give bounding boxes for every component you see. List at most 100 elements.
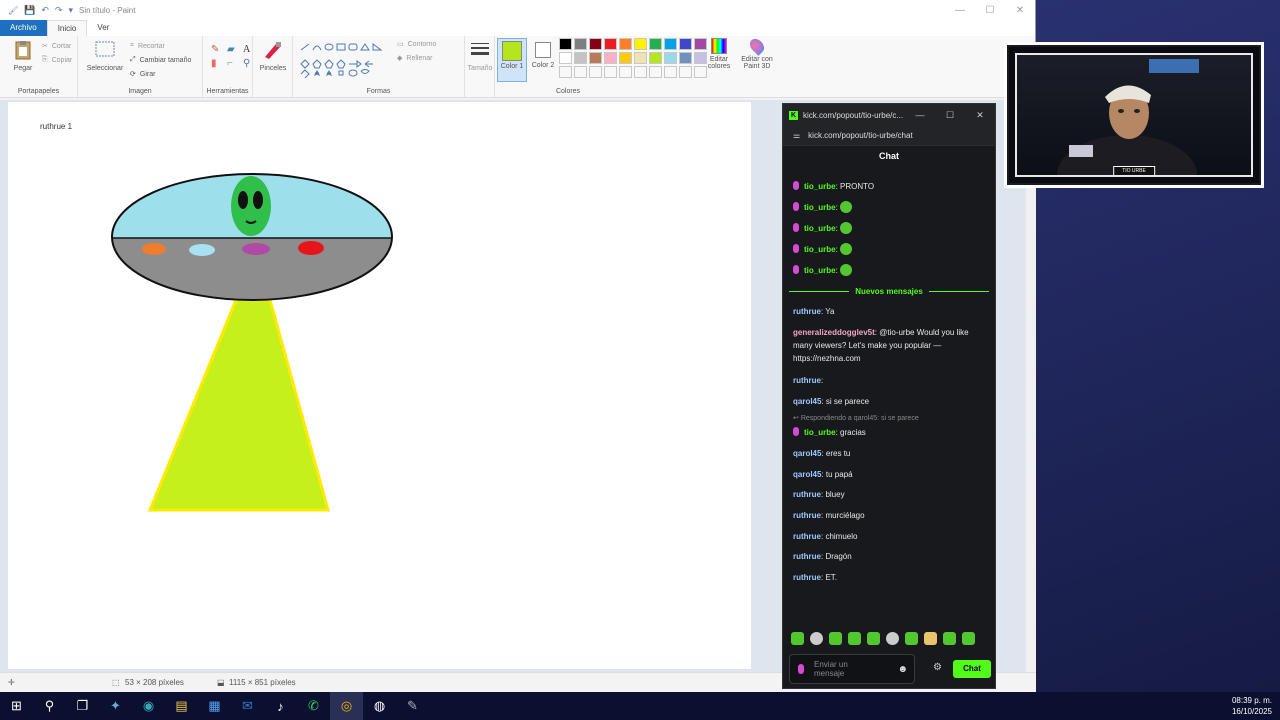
chat-username[interactable]: ruthrue xyxy=(793,552,821,561)
emote-icon[interactable] xyxy=(848,632,861,645)
palette-color-swatch[interactable] xyxy=(604,52,617,64)
brushes-button[interactable]: Pinceles xyxy=(257,40,289,72)
tab-file[interactable]: Archivo xyxy=(0,20,47,36)
copy-button[interactable]: ⎘ Copiar xyxy=(42,56,72,64)
emote-icon[interactable] xyxy=(810,632,823,645)
maximize-button[interactable]: ☐ xyxy=(975,5,1005,16)
chat-username[interactable]: ruthrue xyxy=(793,532,821,541)
paste-button[interactable]: Pegar xyxy=(8,40,38,72)
save-icon[interactable]: 💾 xyxy=(24,5,35,16)
customize-icon[interactable]: ▾ xyxy=(68,5,73,16)
palette-color-swatch[interactable] xyxy=(589,38,602,50)
chat-close-button[interactable]: ✕ xyxy=(965,110,995,121)
palette-color-swatch[interactable] xyxy=(649,52,662,64)
system-clock[interactable]: 08:39 p. m. 16/10/2025 xyxy=(1232,695,1272,717)
emoji-picker-icon[interactable]: ☻ xyxy=(897,664,908,674)
palette-color-swatch[interactable] xyxy=(679,52,692,64)
emote-icon[interactable] xyxy=(924,632,937,645)
chat-message-input[interactable]: Enviar un mensaje ☻ xyxy=(789,654,915,684)
obs-icon[interactable]: ◍ xyxy=(363,692,396,720)
emote-icon[interactable] xyxy=(867,632,880,645)
site-settings-icon[interactable]: ⚌ xyxy=(793,131,800,140)
drawing-canvas[interactable]: ruthrue 1 xyxy=(8,102,751,669)
task-view-icon[interactable]: ❐ xyxy=(66,692,99,720)
palette-color-swatch[interactable] xyxy=(574,38,587,50)
chat-minimize-button[interactable]: — xyxy=(905,110,935,121)
palette-color-swatch[interactable] xyxy=(649,38,662,50)
resize-button[interactable]: ⤢ Cambiar tamaño xyxy=(130,56,191,64)
color1-button[interactable]: Color 1 xyxy=(497,38,527,82)
file-explorer-icon[interactable]: ▤ xyxy=(165,692,198,720)
palette-color-swatch[interactable] xyxy=(619,52,632,64)
crop-button[interactable]: ⌗ Recortar xyxy=(130,42,165,50)
chat-username[interactable]: qarol45 xyxy=(793,449,821,458)
outlook-icon[interactable]: ✉ xyxy=(231,692,264,720)
palette-color-swatch[interactable] xyxy=(664,38,677,50)
palette-color-swatch[interactable] xyxy=(574,52,587,64)
chat-message: ruthrue: Dragón xyxy=(793,550,989,563)
copilot-icon[interactable]: ✦ xyxy=(99,692,132,720)
chat-username[interactable]: ruthrue xyxy=(793,376,821,385)
chat-username[interactable]: generalizeddogglev5t xyxy=(793,328,875,337)
emote-icon[interactable] xyxy=(905,632,918,645)
fill-bucket-icon[interactable]: ▰ xyxy=(227,44,240,55)
select-button[interactable]: Seleccionar xyxy=(84,40,126,72)
palette-color-swatch[interactable] xyxy=(604,38,617,50)
color2-button[interactable]: Color 2 xyxy=(529,38,557,69)
palette-color-swatch[interactable] xyxy=(664,52,677,64)
chat-username[interactable]: ruthrue xyxy=(793,511,821,520)
pencil-icon[interactable]: ✎ xyxy=(211,44,224,55)
tiktok-icon[interactable]: ♪ xyxy=(264,692,297,720)
emote-icon[interactable] xyxy=(791,632,804,645)
chat-username[interactable]: tio_urbe xyxy=(804,245,836,254)
outline-button[interactable]: ▭ Contorno xyxy=(397,40,436,49)
redo-icon[interactable]: ↷ xyxy=(55,5,63,16)
send-chat-button[interactable]: Chat xyxy=(953,660,991,678)
palette-color-swatch[interactable] xyxy=(634,38,647,50)
chat-username[interactable]: qarol45 xyxy=(793,397,821,406)
undo-icon[interactable]: ↶ xyxy=(41,5,49,16)
chat-username[interactable]: ruthrue xyxy=(793,490,821,499)
chat-username[interactable]: tio_urbe xyxy=(804,203,836,212)
tab-view[interactable]: Ver xyxy=(87,20,119,36)
chat-username[interactable]: tio_urbe xyxy=(804,266,836,275)
shapes-gallery[interactable] xyxy=(299,42,395,78)
chat-settings-icon[interactable]: ⚙ xyxy=(933,662,942,673)
emote-icon[interactable] xyxy=(943,632,956,645)
palette-color-swatch[interactable] xyxy=(559,38,572,50)
emote-icon[interactable] xyxy=(829,632,842,645)
chat-username[interactable]: qarol45 xyxy=(793,470,821,479)
paint-taskbar-icon[interactable]: ✎ xyxy=(396,692,429,720)
chrome-icon[interactable]: ◎ xyxy=(330,692,363,720)
palette-color-swatch[interactable] xyxy=(559,52,572,64)
color-picker-icon[interactable]: ⌐ xyxy=(227,58,240,69)
eraser-icon[interactable]: ▮ xyxy=(211,58,224,69)
size-button[interactable]: Tamaño xyxy=(465,40,495,72)
emote-icon[interactable] xyxy=(886,632,899,645)
chat-username[interactable]: tio_urbe xyxy=(804,224,836,233)
minimize-button[interactable]: — xyxy=(945,5,975,16)
chat-username[interactable]: ruthrue xyxy=(793,573,821,582)
fill-button[interactable]: ◆ Rellenar xyxy=(397,54,432,63)
start-button[interactable]: ⊞ xyxy=(0,692,33,720)
chat-username[interactable]: tio_urbe xyxy=(804,182,836,191)
search-icon[interactable]: ⚲ xyxy=(33,692,66,720)
chat-maximize-button[interactable]: ☐ xyxy=(935,110,965,121)
chat-username[interactable]: tio_urbe xyxy=(804,428,836,437)
store-icon[interactable]: ▦ xyxy=(198,692,231,720)
edit-colors-button[interactable]: Editar colores xyxy=(705,38,733,70)
paint3d-button[interactable]: Editar con Paint 3D xyxy=(735,36,779,70)
color-palette[interactable] xyxy=(559,38,707,64)
tab-home[interactable]: Inicio xyxy=(46,20,88,36)
rotate-button[interactable]: ⟳ Girar xyxy=(130,70,155,79)
close-button[interactable]: ✕ xyxy=(1005,5,1035,16)
palette-color-swatch[interactable] xyxy=(679,38,692,50)
edge-icon[interactable]: ◉ xyxy=(132,692,165,720)
palette-color-swatch[interactable] xyxy=(634,52,647,64)
chat-username[interactable]: ruthrue xyxy=(793,307,821,316)
palette-color-swatch[interactable] xyxy=(589,52,602,64)
emote-icon[interactable] xyxy=(962,632,975,645)
cut-button[interactable]: ✂ Cortar xyxy=(42,42,71,51)
whatsapp-icon[interactable]: ✆ xyxy=(297,692,330,720)
palette-color-swatch[interactable] xyxy=(619,38,632,50)
